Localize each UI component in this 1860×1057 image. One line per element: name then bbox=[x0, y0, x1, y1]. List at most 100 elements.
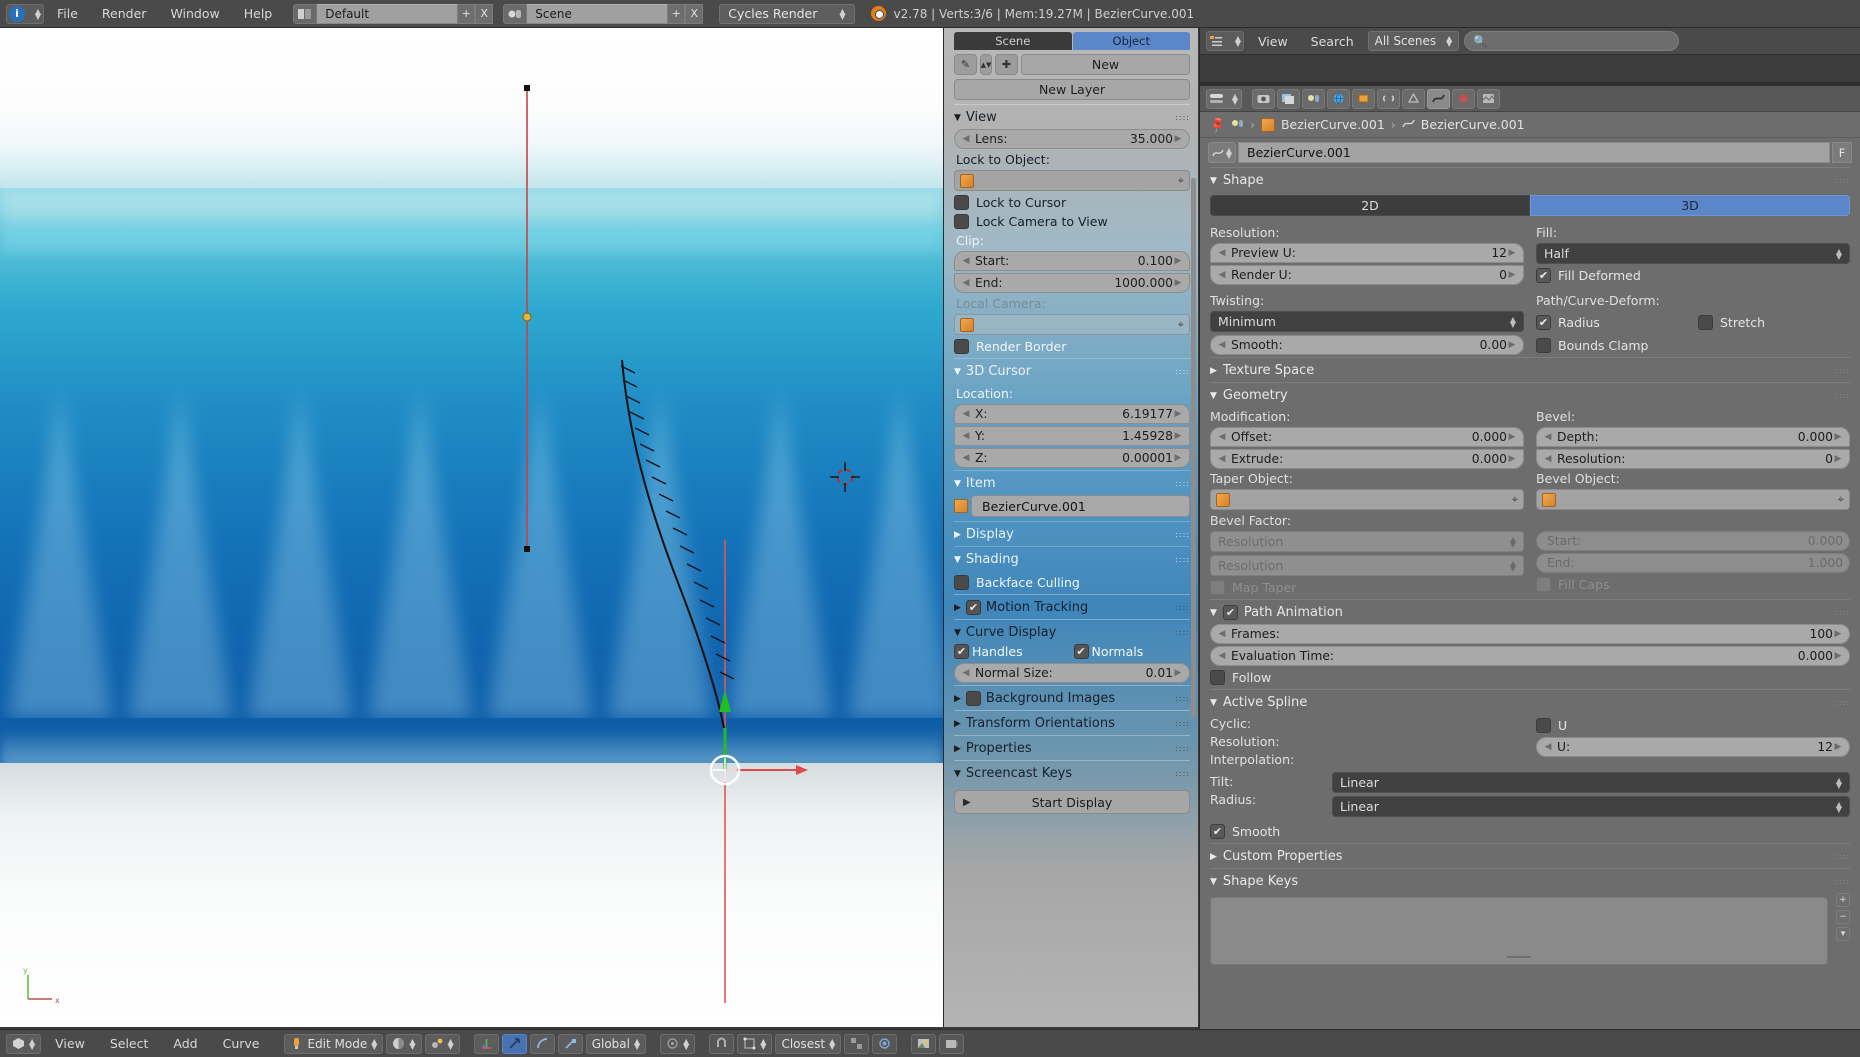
arrow-left-icon[interactable]: ◀ bbox=[961, 431, 971, 441]
npanel-tabs[interactable]: Scene Object bbox=[954, 32, 1190, 50]
render-border-checkbox[interactable] bbox=[954, 339, 969, 354]
start-display-button[interactable]: ▶ Start Display bbox=[954, 790, 1190, 814]
render-layers-tab-icon[interactable] bbox=[1277, 88, 1300, 109]
plus-icon[interactable]: ✚ bbox=[995, 54, 1018, 75]
fake-user-button[interactable]: F bbox=[1832, 142, 1852, 163]
data-tab-icon[interactable] bbox=[1427, 88, 1450, 109]
render-image-icon[interactable] bbox=[911, 1033, 937, 1054]
opengl-render-icon[interactable] bbox=[939, 1033, 965, 1054]
menu-render[interactable]: Render bbox=[91, 4, 158, 23]
fill-caps-checkbox[interactable] bbox=[1536, 577, 1551, 592]
clip-end-field[interactable]: ◀ End: 1000.000 ▶ bbox=[954, 273, 1190, 293]
texture-tab-icon[interactable] bbox=[1477, 88, 1500, 109]
render-u-field[interactable]: ◀ Render U: 0 ▶ bbox=[1210, 265, 1524, 285]
3d-viewport[interactable]: y x bbox=[0, 28, 943, 1027]
viewport-menu-curve[interactable]: Curve bbox=[212, 1034, 271, 1053]
handles-checkbox[interactable]: ✔ bbox=[954, 644, 969, 659]
section-texture-space[interactable]: ▶ Texture Space :::: bbox=[1210, 357, 1850, 382]
spline-smooth-row[interactable]: ✔ Smooth bbox=[1210, 824, 1850, 839]
arrow-right-icon[interactable]: ▶ bbox=[1833, 651, 1843, 661]
scene-tab-icon[interactable] bbox=[1302, 88, 1325, 109]
twist-method-select[interactable]: Minimum ▲ ▼ bbox=[1210, 311, 1524, 332]
arrow-right-icon[interactable]: ▶ bbox=[1173, 134, 1183, 144]
section-custom-properties[interactable]: ▶ Custom Properties :::: bbox=[1210, 843, 1850, 868]
world-tab-icon[interactable] bbox=[1327, 88, 1350, 109]
cyclic-u-checkbox[interactable] bbox=[1536, 718, 1551, 733]
lock-to-cursor-checkbox[interactable] bbox=[954, 195, 969, 210]
arrow-right-icon[interactable]: ▶ bbox=[1173, 256, 1183, 266]
lock-to-object-field[interactable]: ⌖ bbox=[954, 170, 1190, 191]
shape-key-add-button[interactable]: + bbox=[1836, 893, 1850, 907]
smooth-field[interactable]: ◀ Smooth: 0.00 ▶ bbox=[1210, 335, 1524, 355]
npanel-tab-scene[interactable]: Scene bbox=[954, 32, 1072, 50]
translate-manipulator-icon[interactable] bbox=[501, 1033, 527, 1054]
evaluation-time-field[interactable]: ◀ Evaluation Time: 0.000 ▶ bbox=[1210, 646, 1850, 666]
bevel-resolution-field[interactable]: ◀ Resolution: 0 ▶ bbox=[1536, 449, 1850, 469]
breadcrumb-item-0[interactable]: BezierCurve.001 bbox=[1281, 117, 1385, 132]
section-shape[interactable]: ▼ Shape :::: bbox=[1210, 167, 1850, 192]
brush-icon[interactable]: ✎ bbox=[954, 54, 977, 75]
arrow-right-icon[interactable]: ▶ bbox=[1833, 629, 1843, 639]
material-tab-icon[interactable] bbox=[1452, 88, 1475, 109]
modifiers-tab-icon[interactable] bbox=[1402, 88, 1425, 109]
new-layer-button[interactable]: New Layer bbox=[954, 79, 1190, 100]
section-item[interactable]: ▼ Item :::: bbox=[954, 470, 1190, 495]
section-view[interactable]: ▼ View :::: bbox=[954, 104, 1190, 129]
npanel-scrollbar[interactable] bbox=[1191, 178, 1196, 718]
section-transform-orientations[interactable]: ▶ Transform Orientations :::: bbox=[954, 710, 1190, 735]
lock-camera-to-view-row[interactable]: Lock Camera to View bbox=[954, 214, 1190, 229]
arrow-left-icon[interactable]: ◀ bbox=[961, 453, 971, 463]
rotate-manipulator-icon[interactable] bbox=[529, 1033, 555, 1054]
frames-field[interactable]: ◀ Frames: 100 ▶ bbox=[1210, 624, 1850, 644]
section-motion-tracking[interactable]: ▶ ✔ Motion Tracking :::: bbox=[954, 594, 1190, 619]
arrow-left-icon[interactable]: ◀ bbox=[1217, 248, 1227, 258]
arrow-right-icon[interactable]: ▶ bbox=[1173, 668, 1183, 678]
background-images-checkbox[interactable] bbox=[965, 691, 981, 706]
shape-3d-button[interactable]: 3D bbox=[1530, 195, 1850, 216]
shape-keys-list[interactable] bbox=[1210, 897, 1828, 965]
arrow-left-icon[interactable]: ◀ bbox=[961, 278, 971, 288]
breadcrumb-item-1[interactable]: BezierCurve.001 bbox=[1421, 117, 1525, 132]
properties-editor[interactable]: ▲ ▼ 📌 › BezierCurve.001 › BezierCurve.00… bbox=[1199, 86, 1860, 1057]
radius-row[interactable]: ✔ Radius bbox=[1536, 315, 1688, 330]
viewport-menu-view[interactable]: View bbox=[44, 1034, 96, 1053]
outliner-editor-icon[interactable]: ▲ ▼ bbox=[1206, 31, 1244, 51]
lock-to-cursor-row[interactable]: Lock to Cursor bbox=[954, 195, 1190, 210]
snap-element-icon[interactable]: ▲ ▼ bbox=[737, 1033, 773, 1054]
section-screencast-keys[interactable]: ▼ Screencast Keys :::: bbox=[954, 760, 1190, 785]
arrow-left-icon[interactable]: ◀ bbox=[1217, 270, 1227, 280]
mode-selector[interactable]: Edit Mode ▲ ▼ bbox=[284, 1033, 384, 1054]
radius-interpolation-select[interactable]: Linear ▲ ▼ bbox=[1332, 796, 1850, 817]
item-name-field[interactable]: BezierCurve.001 bbox=[971, 495, 1190, 517]
arrow-left-icon[interactable]: ◀ bbox=[1217, 454, 1227, 464]
npanel-tab-object[interactable]: Object bbox=[1072, 32, 1190, 50]
curve-data-name-field[interactable]: BezierCurve.001 bbox=[1238, 142, 1830, 163]
lock-camera-to-view-checkbox[interactable] bbox=[954, 214, 969, 229]
shape-dimension-toggle[interactable]: 2D 3D bbox=[1210, 195, 1850, 216]
proportional-falloff-icon[interactable] bbox=[872, 1033, 898, 1054]
arrow-right-icon[interactable]: ▶ bbox=[1833, 742, 1843, 752]
scene-value[interactable]: Scene bbox=[527, 3, 668, 24]
pivot-point-icon[interactable]: ▲ ▼ bbox=[424, 1033, 460, 1054]
normal-size-field[interactable]: ◀ Normal Size: 0.01 ▶ bbox=[954, 663, 1190, 683]
outliner-display-mode[interactable]: All Scenes ▲ ▼ bbox=[1367, 31, 1460, 51]
bevel-factor-start-mode-select[interactable]: Resolution ▲ ▼ bbox=[1210, 531, 1524, 552]
screen-layout-add-button[interactable]: + bbox=[457, 3, 476, 24]
section-shading[interactable]: ▼ Shading :::: bbox=[954, 546, 1190, 571]
manipulator-toggle-icon[interactable] bbox=[473, 1033, 499, 1054]
viewport-menu-select[interactable]: Select bbox=[99, 1034, 160, 1053]
arrow-left-icon[interactable]: ◀ bbox=[1543, 432, 1553, 442]
arrow-right-icon[interactable]: ▶ bbox=[1507, 340, 1517, 350]
bevel-factor-end-field[interactable]: End: 1.000 bbox=[1536, 553, 1850, 573]
viewport-menu-add[interactable]: Add bbox=[162, 1034, 208, 1053]
section-display[interactable]: ▶ Display :::: bbox=[954, 521, 1190, 546]
proportional-edit-icon[interactable]: ▲ ▼ bbox=[660, 1033, 696, 1054]
stretch-checkbox[interactable] bbox=[1698, 315, 1713, 330]
backface-culling-checkbox[interactable] bbox=[954, 575, 969, 590]
section-active-spline[interactable]: ▼ Active Spline :::: bbox=[1210, 689, 1850, 714]
arrow-right-icon[interactable]: ▶ bbox=[1833, 432, 1843, 442]
arrow-right-icon[interactable]: ▶ bbox=[1833, 454, 1843, 464]
stretch-row[interactable]: Stretch bbox=[1698, 315, 1850, 330]
section-geometry[interactable]: ▼ Geometry :::: bbox=[1210, 382, 1850, 407]
cursor-x-field[interactable]: ◀ X: 6.19177 ▶ bbox=[954, 404, 1190, 424]
